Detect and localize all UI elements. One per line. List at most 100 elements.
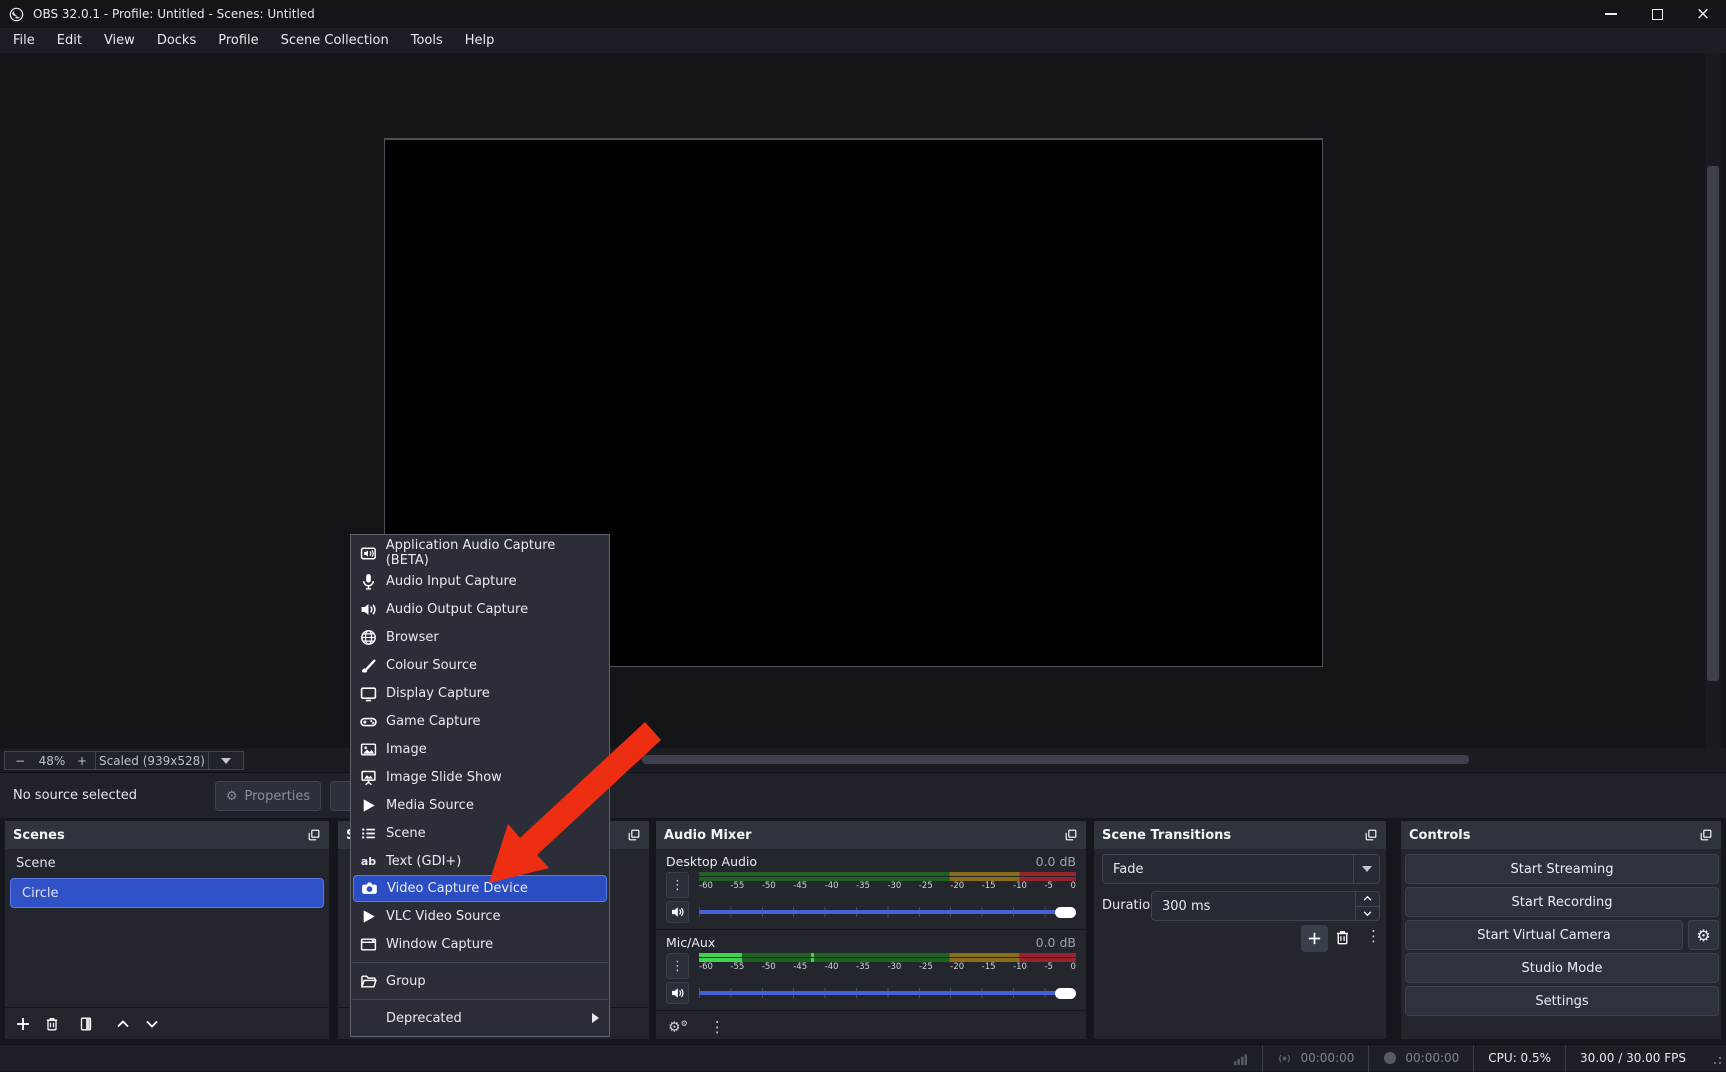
- move-scene-down-button[interactable]: [144, 1016, 160, 1032]
- menu-item-image[interactable]: Image: [351, 735, 609, 763]
- volume-meter: -60-55-50-45-40-35-30-25-20-15-10-50: [699, 872, 1076, 898]
- mixer-channel-desktop-audio: Desktop Audio 0.0 dB ⋮ -60-55-50-45-40-3…: [656, 849, 1086, 925]
- duration-decrease-button[interactable]: [1356, 907, 1379, 921]
- text-icon: ab: [360, 855, 377, 868]
- menu-item-media-source[interactable]: Media Source: [351, 791, 609, 819]
- zoom-controls: − 48% + Scaled (939x528): [4, 751, 244, 770]
- speaker-icon: [671, 905, 685, 919]
- menu-item-application-audio-capture[interactable]: Application Audio Capture (BETA): [351, 539, 609, 567]
- dock-popout-icon[interactable]: [1064, 828, 1078, 842]
- browser-icon: [360, 629, 377, 646]
- zoom-out-button[interactable]: −: [5, 752, 35, 769]
- scene-list-item[interactable]: Scene: [5, 849, 329, 877]
- transition-select-arrow[interactable]: [1353, 855, 1379, 883]
- window-title: OBS 32.0.1 - Profile: Untitled - Scenes:…: [33, 7, 315, 21]
- menu-docks[interactable]: Docks: [146, 28, 207, 53]
- add-scene-button[interactable]: [15, 1016, 31, 1032]
- dock-popout-icon[interactable]: [307, 828, 321, 842]
- resize-grip[interactable]: [1708, 1051, 1722, 1065]
- menu-help[interactable]: Help: [454, 28, 506, 53]
- add-transition-button[interactable]: [1301, 925, 1328, 952]
- menu-edit[interactable]: Edit: [46, 28, 93, 53]
- volume-slider[interactable]: [699, 905, 1076, 919]
- close-button[interactable]: ×: [1680, 0, 1726, 28]
- duration-increase-button[interactable]: [1356, 892, 1379, 907]
- duration-input[interactable]: 300 ms: [1151, 891, 1380, 921]
- studio-mode-button[interactable]: Studio Mode: [1405, 953, 1719, 983]
- controls-panel: Controls Start Streaming Start Recording…: [1400, 820, 1722, 1040]
- advanced-audio-properties-button[interactable]: ⚙⚙: [668, 1020, 688, 1035]
- channel-level: 0.0 dB: [1036, 854, 1076, 869]
- vertical-scrollbar-thumb[interactable]: [1707, 166, 1719, 681]
- zoom-level: 48%: [35, 752, 69, 769]
- mute-button[interactable]: [666, 982, 689, 1004]
- menu-item-audio-input-capture[interactable]: Audio Input Capture: [351, 567, 609, 595]
- title-bar: OBS 32.0.1 - Profile: Untitled - Scenes:…: [0, 0, 1726, 28]
- dock-popout-icon[interactable]: [1699, 828, 1713, 842]
- menu-item-video-capture-device[interactable]: Video Capture Device: [353, 875, 607, 902]
- game-capture-icon: [360, 713, 377, 730]
- menu-item-window-capture[interactable]: Window Capture: [351, 930, 609, 958]
- menu-item-vlc-video-source[interactable]: VLC Video Source: [351, 902, 609, 930]
- zoom-in-button[interactable]: +: [69, 752, 95, 769]
- status-bar: 00:00:00 00:00:00 CPU: 0.5% 30.00 / 30.0…: [0, 1044, 1726, 1071]
- menu-item-colour-source[interactable]: Colour Source: [351, 651, 609, 679]
- menu-item-display-capture[interactable]: Display Capture: [351, 679, 609, 707]
- scene-filters-button[interactable]: [78, 1016, 94, 1032]
- menu-profile[interactable]: Profile: [207, 28, 269, 53]
- menu-item-group[interactable]: Group: [351, 967, 609, 995]
- scenes-toolbar: [5, 1007, 329, 1039]
- chevron-up-icon: [1362, 893, 1373, 904]
- maximize-button[interactable]: [1634, 0, 1680, 28]
- minimize-button[interactable]: [1588, 0, 1634, 28]
- menu-file[interactable]: File: [2, 28, 46, 53]
- scale-dropdown-button[interactable]: [209, 752, 243, 769]
- menu-item-scene[interactable]: Scene: [351, 819, 609, 847]
- start-recording-button[interactable]: Start Recording: [1405, 887, 1719, 917]
- remove-scene-button[interactable]: [44, 1016, 60, 1032]
- virtual-camera-settings-button[interactable]: ⚙: [1688, 920, 1719, 950]
- remove-transition-button[interactable]: [1334, 929, 1351, 946]
- colour-source-icon: [360, 657, 377, 674]
- menu-item-image-slide-show[interactable]: Image Slide Show: [351, 763, 609, 791]
- app-audio-capture-icon: [360, 545, 377, 562]
- dock-popout-icon[interactable]: [627, 828, 641, 842]
- signal-bars-icon: [1233, 1051, 1248, 1066]
- menu-item-game-capture[interactable]: Game Capture: [351, 707, 609, 735]
- channel-options-button[interactable]: ⋮: [666, 953, 689, 979]
- vertical-scrollbar[interactable]: [1705, 53, 1721, 748]
- scene-list-item-selected[interactable]: Circle: [10, 878, 324, 908]
- no-source-selected-label: No source selected: [13, 788, 137, 803]
- obs-logo-icon: [9, 7, 24, 22]
- settings-button[interactable]: Settings: [1405, 986, 1719, 1016]
- menu-item-audio-output-capture[interactable]: Audio Output Capture: [351, 595, 609, 623]
- volume-slider-handle[interactable]: [1055, 907, 1076, 918]
- menu-separator: [352, 999, 608, 1000]
- move-scene-up-button[interactable]: [115, 1016, 131, 1032]
- transition-options-button[interactable]: ⋮: [1366, 927, 1381, 945]
- maximize-icon: [1652, 9, 1663, 20]
- preview-area: [0, 53, 1726, 748]
- start-virtual-camera-button[interactable]: Start Virtual Camera: [1405, 920, 1683, 950]
- menu-item-deprecated[interactable]: Deprecated: [351, 1004, 609, 1032]
- mute-button[interactable]: [666, 901, 689, 923]
- volume-slider-handle[interactable]: [1055, 988, 1076, 999]
- add-source-context-menu: Application Audio Capture (BETA) Audio I…: [350, 534, 610, 1037]
- controls-panel-header: Controls: [1401, 821, 1721, 849]
- mixer-options-button[interactable]: ⋮: [710, 1018, 725, 1036]
- horizontal-scrollbar-thumb[interactable]: [642, 755, 1469, 764]
- menu-tools[interactable]: Tools: [400, 28, 454, 53]
- volume-slider[interactable]: [699, 986, 1076, 1000]
- menu-item-text-gdi[interactable]: abText (GDI+): [351, 847, 609, 875]
- menu-scene-collection[interactable]: Scene Collection: [270, 28, 400, 53]
- transition-select[interactable]: Fade: [1102, 854, 1380, 884]
- media-source-icon: [360, 797, 377, 814]
- properties-button[interactable]: ⚙ Properties: [215, 781, 321, 811]
- menu-view[interactable]: View: [93, 28, 146, 53]
- start-streaming-button[interactable]: Start Streaming: [1405, 854, 1719, 884]
- menu-item-browser[interactable]: Browser: [351, 623, 609, 651]
- channel-options-button[interactable]: ⋮: [666, 872, 689, 898]
- dock-popout-icon[interactable]: [1364, 828, 1378, 842]
- mixer-channel-mic-aux: Mic/Aux 0.0 dB ⋮ -60-55-50-45-40-35-30-2…: [656, 930, 1086, 1006]
- vlc-icon: [360, 908, 377, 925]
